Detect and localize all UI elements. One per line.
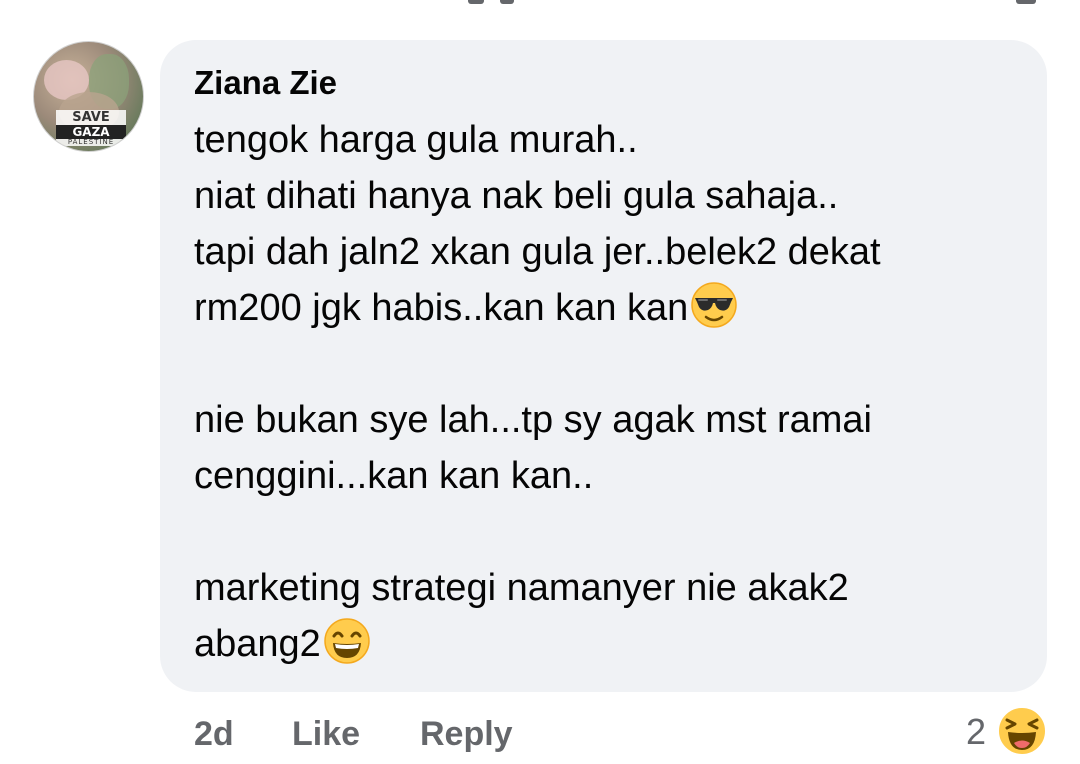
comment-line: tapi dah jaln2 xkan gula jer..belek2 dek…	[194, 224, 1024, 280]
sunglasses-emoji-icon	[691, 282, 738, 328]
avatar[interactable]: SAVE GAZA PALESTINE	[33, 41, 144, 152]
comment-line	[194, 336, 1024, 392]
comment-line: rm200 jgk habis..kan kan kan	[194, 280, 1024, 336]
previous-comment-actions-cutoff	[0, 0, 1080, 10]
reply-button[interactable]: Reply	[420, 710, 513, 758]
reaction-count[interactable]: 2	[966, 708, 986, 756]
comment-line: tengok harga gula murah..	[194, 112, 1024, 168]
comment-line-text: tengok harga gula murah..	[194, 119, 638, 161]
comment-line-text: tapi dah jaln2 xkan gula jer..belek2 dek…	[194, 231, 881, 273]
avatar-badge: SAVE GAZA PALESTINE	[56, 110, 126, 146]
comment-line: nie bukan sye lah...tp sy agak mst ramai	[194, 392, 1024, 448]
like-button[interactable]: Like	[292, 710, 360, 758]
comment-body: tengok harga gula murah.. niat dihati ha…	[194, 112, 1024, 672]
comment-line-text: rm200 jgk habis..kan kan kan	[194, 287, 689, 329]
comment-line: cenggini...kan kan kan..	[194, 448, 1024, 504]
avatar-badge-line: SAVE	[56, 110, 126, 125]
grinning-emoji-icon	[324, 618, 370, 664]
haha-reaction-icon[interactable]	[996, 705, 1048, 757]
comment-line-text: marketing strategi namanyer nie akak2	[194, 567, 849, 609]
comment-line-text: cenggini...kan kan kan..	[194, 455, 594, 497]
comment-line: abang2	[194, 616, 1024, 672]
avatar-badge-line: PALESTINE	[56, 139, 126, 146]
comment-author-name[interactable]: Ziana Zie	[194, 62, 337, 104]
comment-line-text: nie bukan sye lah...tp sy agak mst ramai	[194, 399, 872, 441]
comment-timestamp[interactable]: 2d	[194, 710, 234, 758]
avatar-badge-line: GAZA	[56, 125, 126, 139]
comment-line-text: abang2	[194, 623, 321, 665]
comment-line: marketing strategi namanyer nie akak2	[194, 560, 1024, 616]
comment-line-text: niat dihati hanya nak beli gula sahaja..	[194, 175, 839, 217]
comment-line: niat dihati hanya nak beli gula sahaja..	[194, 168, 1024, 224]
comment-line	[194, 504, 1024, 560]
